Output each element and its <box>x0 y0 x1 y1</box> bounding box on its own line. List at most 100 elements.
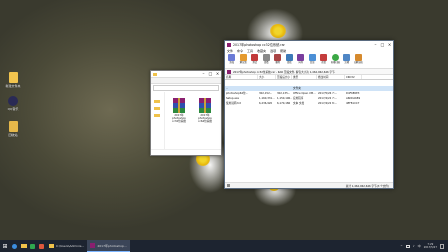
menu-favorites[interactable]: 收藏夹 <box>257 49 266 53</box>
virus-scan-icon <box>331 54 339 61</box>
add-icon <box>228 54 236 61</box>
toolbar-label: 测试 <box>252 61 258 64</box>
archive-icon <box>227 69 231 74</box>
menu-help[interactable]: 帮助 <box>280 49 286 53</box>
network-icon[interactable] <box>405 244 410 248</box>
repair-icon <box>320 54 328 61</box>
notification-icon[interactable] <box>440 243 444 249</box>
file-list[interactable]: 2017年photoshop cc32位系统 2017年photoshop cc… <box>165 92 221 149</box>
column-header-modified[interactable]: 修改时间 <box>317 75 345 79</box>
status-text: 总计 1,462,062,646 字节(3 个文件) <box>345 184 389 188</box>
navigation-pane[interactable] <box>151 92 165 149</box>
close-button[interactable]: × <box>214 71 221 77</box>
archive-file-list[interactable]: .. 文件夹 photoshop64位... 302,152... 302,13… <box>225 86 393 182</box>
winrar-archive-icon <box>173 98 185 113</box>
nav-folder-icon[interactable] <box>154 114 160 117</box>
desktop-icon-label: 新建文件夹 <box>5 84 21 88</box>
sfx-button[interactable]: 自解压格式 <box>353 54 364 64</box>
taskbar-app-label: 2017年photoshop... <box>97 243 127 248</box>
comment-button[interactable]: 注释 <box>342 54 352 64</box>
maximize-button[interactable]: □ <box>379 42 386 48</box>
view-button[interactable]: 查看 <box>262 54 272 64</box>
taskbar-pinned-explorer[interactable] <box>19 240 28 252</box>
wizard-button[interactable]: 向导 <box>296 54 306 64</box>
volume-icon[interactable]: ♪ <box>413 244 415 248</box>
desktop-icon-folder[interactable]: 新建文件夹 <box>2 72 24 88</box>
file-label: 2017年photoshop cc32位系统 <box>172 114 186 124</box>
taskbar-pinned-ie[interactable] <box>10 240 19 252</box>
test-button[interactable]: 测试 <box>250 54 260 64</box>
taskbar: ⊞ C:\Users\Adminis... 2017年photoshop... … <box>0 240 448 252</box>
folder-icon <box>8 72 18 83</box>
toolbar-label: 病毒扫描 <box>330 61 340 64</box>
column-header-size[interactable]: 大小 <box>258 75 276 79</box>
nav-folder-icon[interactable] <box>154 100 160 103</box>
folder-icon <box>49 244 54 248</box>
winrar-status-bar: 总计 1,462,062,646 字节(3 个文件) <box>225 182 393 188</box>
explorer-ribbon[interactable] <box>151 78 221 84</box>
folder-icon <box>153 72 157 76</box>
drive-icon <box>227 184 230 187</box>
app-icon <box>39 243 44 249</box>
toolbar-label: 解压到 <box>239 61 247 64</box>
cell-packed: 6,170,186 <box>277 102 291 105</box>
toolbar-label: 注释 <box>344 61 350 64</box>
input-language-indicator[interactable]: 中 <box>418 244 421 248</box>
delete-button[interactable]: 删除 <box>273 54 283 64</box>
table-row[interactable]: 使用说明.txt 6,236,920 6,170,186 文本 文档 2017/… <box>225 101 393 106</box>
taskbar-pinned-app[interactable] <box>37 240 46 252</box>
taskbar-app-explorer[interactable]: C:\Users\Adminis... <box>46 240 87 252</box>
view-icon <box>262 54 270 61</box>
cell-crc: 4EF81CC7 <box>346 102 360 105</box>
wizard-icon <box>297 54 305 61</box>
menu-options[interactable]: 选项 <box>270 49 276 53</box>
file-label: 2017年photoshop cc64位系统 <box>198 114 212 124</box>
minimize-button[interactable]: – <box>200 71 207 77</box>
test-icon <box>251 54 259 61</box>
add-button[interactable]: 添加 <box>227 54 237 64</box>
address-bar[interactable] <box>153 85 219 91</box>
extract-to-button[interactable]: 解压到 <box>239 54 249 64</box>
minimize-button[interactable]: – <box>372 42 379 48</box>
column-header-name[interactable]: 名称 <box>225 75 258 79</box>
rar-file-item[interactable]: 2017年photoshop cc64位系统 <box>195 98 215 124</box>
clock[interactable]: 7:29 2017/5/27 <box>424 243 437 250</box>
winrar-window[interactable]: 2017年photoshop cc32位系统.rar – □ × 文件 命令 工… <box>224 40 394 189</box>
toolbar-label: 向导 <box>298 61 304 64</box>
column-header-type[interactable]: 类型 <box>292 75 317 79</box>
winrar-icon <box>90 243 96 248</box>
recycle-bin-icon <box>8 121 18 132</box>
taskbar-pinned-app[interactable] <box>28 240 37 252</box>
info-button[interactable]: 信息 <box>308 54 318 64</box>
taskbar-app-winrar[interactable]: 2017年photoshop... <box>87 240 130 252</box>
desktop-icon-label: 回收站 <box>8 133 18 137</box>
toolbar-label: 删除 <box>275 61 281 64</box>
rar-file-item[interactable]: 2017年photoshop cc32位系统 <box>169 98 189 124</box>
menu-tools[interactable]: 工具 <box>247 49 253 53</box>
start-button[interactable]: ⊞ <box>0 240 10 252</box>
explorer-titlebar[interactable]: – □ × <box>151 71 221 78</box>
nav-folder-icon[interactable] <box>154 107 160 110</box>
find-button[interactable]: 查找 <box>285 54 295 64</box>
repair-button[interactable]: 修复 <box>319 54 329 64</box>
desktop-icon-qqmusic[interactable]: QQ音乐 <box>2 96 24 111</box>
toolbar-label: 自解压格式 <box>353 61 364 64</box>
tray-chevron-icon[interactable]: ^ <box>400 244 403 248</box>
virus-scan-button[interactable]: 病毒扫描 <box>331 54 341 64</box>
menu-commands[interactable]: 命令 <box>237 49 243 53</box>
maximize-button[interactable]: □ <box>207 71 214 77</box>
close-button[interactable]: × <box>386 42 393 48</box>
desktop-icon-recycle-bin[interactable]: 回收站 <box>2 121 24 137</box>
find-icon <box>285 54 293 61</box>
explorer-status-bar <box>151 149 221 155</box>
comment-icon <box>343 54 351 61</box>
menu-file[interactable]: 文件 <box>227 49 233 53</box>
toolbar-label: 信息 <box>309 61 315 64</box>
column-header-packed[interactable]: 压缩后大小 <box>276 75 292 79</box>
qq-music-icon <box>8 96 18 106</box>
file-explorer-window[interactable]: – □ × 2017年photoshop cc32位系统 2017年photos… <box>150 70 222 156</box>
app-icon <box>30 243 35 249</box>
column-header-crc32[interactable]: CRC32 <box>345 75 362 79</box>
desktop-icon-label: QQ音乐 <box>7 107 19 111</box>
winrar-titlebar[interactable]: 2017年photoshop cc32位系统.rar – □ × <box>225 41 393 48</box>
